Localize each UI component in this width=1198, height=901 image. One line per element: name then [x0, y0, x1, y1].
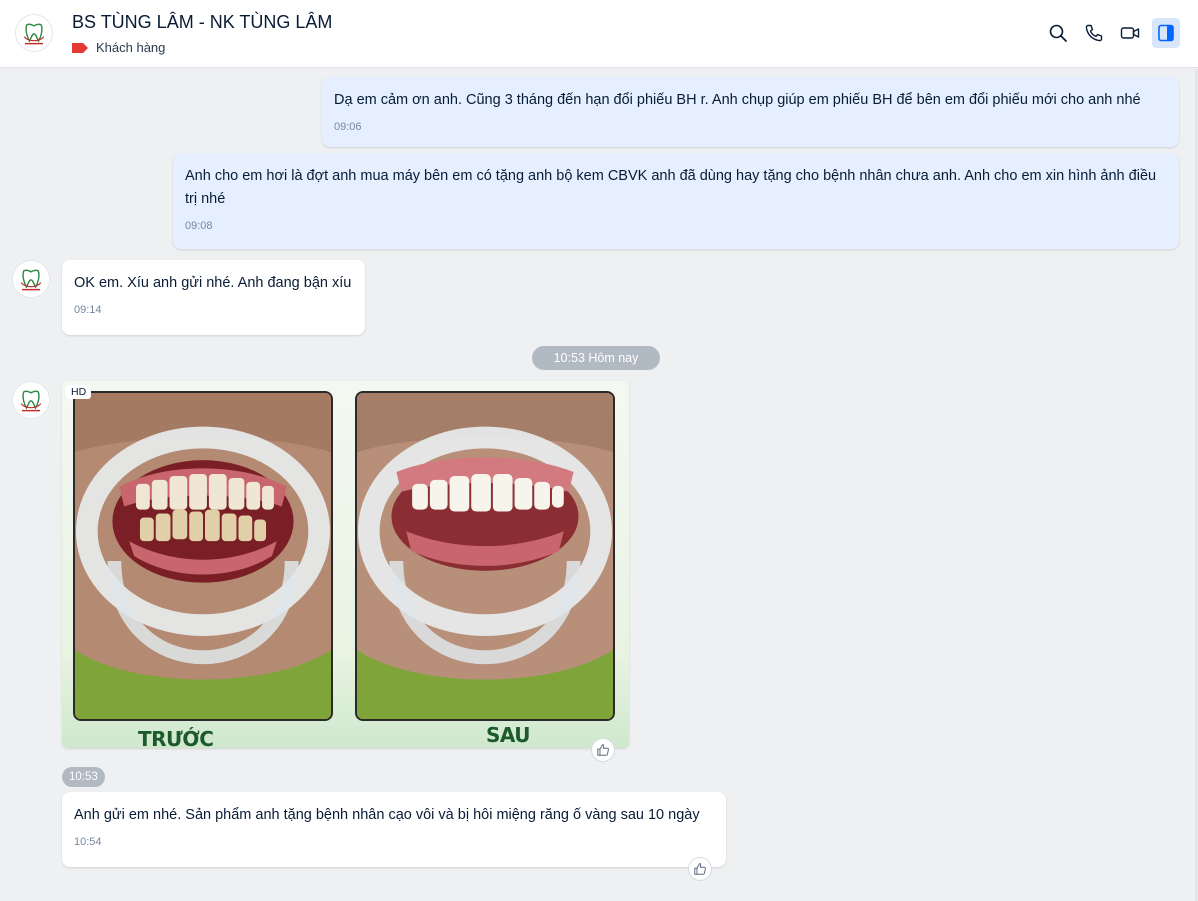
message-list[interactable]: Dạ em cảm ơn anh. Cũng 3 tháng đến hạn đ… [0, 69, 1198, 901]
chat-header: BS TÙNG LÂM - NK TÙNG LÂM Khách hàng [0, 0, 1198, 68]
label-tag-icon [72, 42, 88, 53]
hd-badge: HD [66, 385, 92, 399]
before-treatment-photo [73, 391, 333, 721]
contact-tag[interactable]: Khách hàng [72, 40, 165, 55]
message-time: 10:54 [74, 836, 102, 848]
message-text: Anh cho em hơi là đợt anh mua máy bên em… [185, 168, 1157, 207]
message-bubble-incoming[interactable]: Anh gửi em nhé. Sản phẩm anh tặng bệnh n… [62, 792, 726, 867]
voice-call-button[interactable] [1080, 18, 1108, 48]
sidebar-toggle-icon [1158, 24, 1174, 42]
header-actions [1044, 18, 1180, 48]
after-treatment-photo [355, 391, 615, 721]
message-text: Anh gửi em nhé. Sản phẩm anh tặng bệnh n… [74, 807, 700, 823]
react-button[interactable] [591, 738, 615, 762]
message-time: 09:06 [334, 121, 362, 133]
message-bubble-incoming[interactable]: OK em. Xíu anh gửi nhé. Anh đang bận xíu… [62, 260, 365, 335]
phone-icon [1085, 24, 1103, 42]
sender-avatar[interactable] [12, 381, 50, 419]
conversation-info-toggle[interactable] [1152, 18, 1180, 48]
search-icon [1049, 24, 1067, 42]
message-time: 09:08 [185, 220, 213, 232]
search-button[interactable] [1044, 18, 1072, 48]
before-label: TRƯỚC [138, 727, 214, 748]
after-label: SAU [486, 723, 531, 747]
message-bubble-outgoing[interactable]: Dạ em cảm ơn anh. Cũng 3 tháng đến hạn đ… [322, 77, 1179, 147]
message-text: OK em. Xíu anh gửi nhé. Anh đang bận xíu [74, 275, 352, 291]
video-call-icon [1120, 27, 1140, 39]
react-button[interactable] [688, 857, 712, 881]
tag-label: Khách hàng [96, 40, 166, 55]
video-call-button[interactable] [1116, 18, 1144, 48]
message-text: Dạ em cảm ơn anh. Cũng 3 tháng đến hạn đ… [334, 92, 1141, 108]
sender-avatar[interactable] [12, 260, 50, 298]
image-message[interactable]: HD TRƯỚC SAU [62, 381, 629, 748]
conversation-title[interactable]: BS TÙNG LÂM - NK TÙNG LÂM [72, 12, 332, 33]
image-time: 10:53 [62, 767, 105, 787]
message-bubble-outgoing[interactable]: Anh cho em hơi là đợt anh mua máy bên em… [173, 153, 1179, 249]
clinic-logo-avatar[interactable] [15, 14, 53, 52]
message-time: 09:14 [74, 304, 102, 316]
date-divider: 10:53 Hôm nay [532, 346, 660, 370]
thumbs-up-icon [597, 744, 609, 756]
thumbs-up-icon [694, 863, 706, 875]
